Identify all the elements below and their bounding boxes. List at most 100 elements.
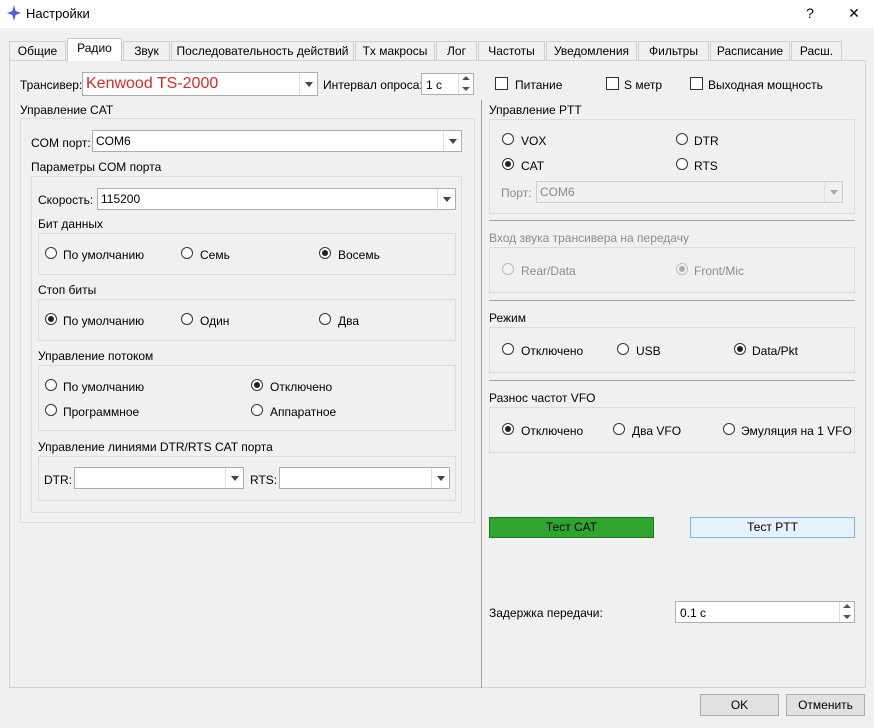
tab-filters[interactable]: Фильтры (638, 41, 709, 60)
flow-default-label: По умолчанию (63, 380, 145, 394)
cancel-button[interactable]: Отменить (786, 694, 865, 716)
databits-default-radio[interactable] (45, 247, 57, 259)
spin-down-icon[interactable] (458, 84, 473, 94)
spin-up-icon[interactable] (839, 602, 854, 612)
ptt-rts-radio[interactable] (676, 158, 688, 170)
dtr-label: DTR: (44, 473, 72, 487)
vfo-two-label: Два VFO (632, 424, 682, 438)
close-button[interactable]: ✕ (844, 4, 864, 22)
stopbits-one-radio[interactable] (181, 313, 193, 325)
vfo-off-radio[interactable] (502, 423, 514, 435)
flow-hardware-label: Аппаратное (270, 405, 337, 419)
tx-delay-value: 0.1 с (680, 606, 707, 620)
output-power-checkbox[interactable] (690, 77, 703, 90)
ptt-group-title: Управление PTT (489, 103, 582, 117)
mode-title: Режим (489, 311, 526, 325)
help-button[interactable]: ? (800, 4, 820, 22)
separator (489, 300, 855, 301)
vfo-split-title: Разнос частот VFO (489, 391, 596, 405)
ok-button[interactable]: OK (700, 694, 779, 716)
tab-sequence[interactable]: Последовательность действий (171, 41, 354, 60)
spin-up-icon[interactable] (458, 74, 473, 84)
title-bar (0, 0, 874, 28)
ptt-vox-radio[interactable] (502, 133, 514, 145)
tab-notifications[interactable]: Уведомления (546, 41, 637, 60)
transceiver-label: Трансивер: (20, 78, 83, 92)
databits-eight-label: Восемь (338, 248, 380, 262)
flow-group (38, 365, 456, 431)
dtr-select[interactable] (74, 467, 244, 489)
ptt-port-select[interactable]: COM6 (536, 181, 843, 203)
mode-off-radio[interactable] (502, 343, 514, 355)
stopbits-two-radio[interactable] (319, 313, 331, 325)
output-power-label: Выходная мощность (708, 78, 823, 92)
speed-select[interactable]: 115200 (97, 188, 456, 210)
stopbits-default-label: По умолчанию (63, 314, 145, 328)
smeter-checkbox[interactable] (606, 77, 619, 90)
app-icon (7, 5, 21, 21)
flow-off-radio[interactable] (251, 379, 263, 391)
vertical-divider (481, 100, 482, 688)
chevron-down-icon (225, 468, 243, 488)
power-label: Питание (515, 78, 563, 92)
tab-tx-macros[interactable]: Tx макросы (355, 41, 435, 60)
ptt-vox-label: VOX (521, 134, 547, 148)
flow-software-label: Программное (63, 405, 140, 419)
vfo-emulation-radio[interactable] (723, 423, 735, 435)
smeter-label: S метр (624, 78, 663, 92)
flow-default-radio[interactable] (45, 379, 57, 391)
spin-down-icon[interactable] (839, 612, 854, 622)
ptt-dtr-label: DTR (694, 134, 719, 148)
ptt-cat-radio[interactable] (502, 158, 514, 170)
databits-eight-radio[interactable] (319, 247, 331, 259)
tab-extended[interactable]: Расш. (791, 41, 842, 60)
mode-usb-radio[interactable] (617, 343, 629, 355)
speed-label: Скорость: (38, 193, 94, 207)
databits-default-label: По умолчанию (63, 248, 145, 262)
rts-select[interactable] (279, 467, 450, 489)
audio-front-radio[interactable] (676, 263, 688, 275)
stopbits-one-label: Один (200, 314, 230, 328)
com-params-title: Параметры COM порта (31, 160, 162, 174)
poll-interval-spinbox[interactable]: 1 с (421, 73, 474, 95)
rts-label: RTS: (250, 473, 278, 487)
tab-general[interactable]: Общие (9, 41, 66, 60)
poll-interval-value: 1 с (426, 78, 443, 92)
chevron-down-icon (299, 73, 317, 95)
flow-title: Управление потоком (38, 349, 154, 363)
flow-off-label: Отключено (270, 380, 333, 394)
ptt-cat-label: CAT (521, 159, 545, 173)
test-cat-button[interactable]: Тест CAT (489, 517, 654, 538)
tx-delay-label: Задержка передачи: (489, 606, 603, 620)
tab-sound[interactable]: Звук (123, 41, 170, 60)
stopbits-default-radio[interactable] (45, 313, 57, 325)
poll-interval-label: Интервал опроса: (323, 78, 423, 92)
tab-schedule[interactable]: Расписание (710, 41, 790, 60)
audio-rear-radio[interactable] (502, 263, 514, 275)
test-ptt-button[interactable]: Тест PTT (690, 517, 855, 538)
mode-usb-label: USB (636, 344, 661, 358)
audio-input-title: Вход звука трансивера на передачу (489, 231, 689, 245)
com-port-select[interactable]: COM6 (92, 130, 462, 152)
transceiver-select[interactable]: Kenwood TS-2000 (82, 72, 318, 96)
ptt-dtr-radio[interactable] (676, 133, 688, 145)
tx-delay-spinbox[interactable]: 0.1 с (675, 601, 855, 623)
com-port-value: COM6 (96, 134, 131, 148)
flow-hardware-radio[interactable] (251, 404, 263, 416)
power-checkbox[interactable] (495, 77, 508, 90)
vfo-two-radio[interactable] (613, 423, 625, 435)
mode-data-radio[interactable] (734, 343, 746, 355)
audio-front-label: Front/Mic (694, 264, 745, 278)
separator (489, 220, 855, 221)
databits-seven-label: Семь (200, 248, 230, 262)
lines-title: Управление линиями DTR/RTS CAT порта (38, 440, 273, 454)
separator (489, 380, 855, 381)
tab-radio[interactable]: Радио (67, 38, 122, 61)
ptt-port-value: COM6 (540, 185, 575, 199)
tab-log[interactable]: Лог (436, 41, 477, 60)
databits-seven-radio[interactable] (181, 247, 193, 259)
tab-frequencies[interactable]: Частоты (478, 41, 545, 60)
flow-software-radio[interactable] (45, 404, 57, 416)
transceiver-value: Kenwood TS-2000 (86, 75, 219, 92)
mode-off-label: Отключено (521, 344, 584, 358)
